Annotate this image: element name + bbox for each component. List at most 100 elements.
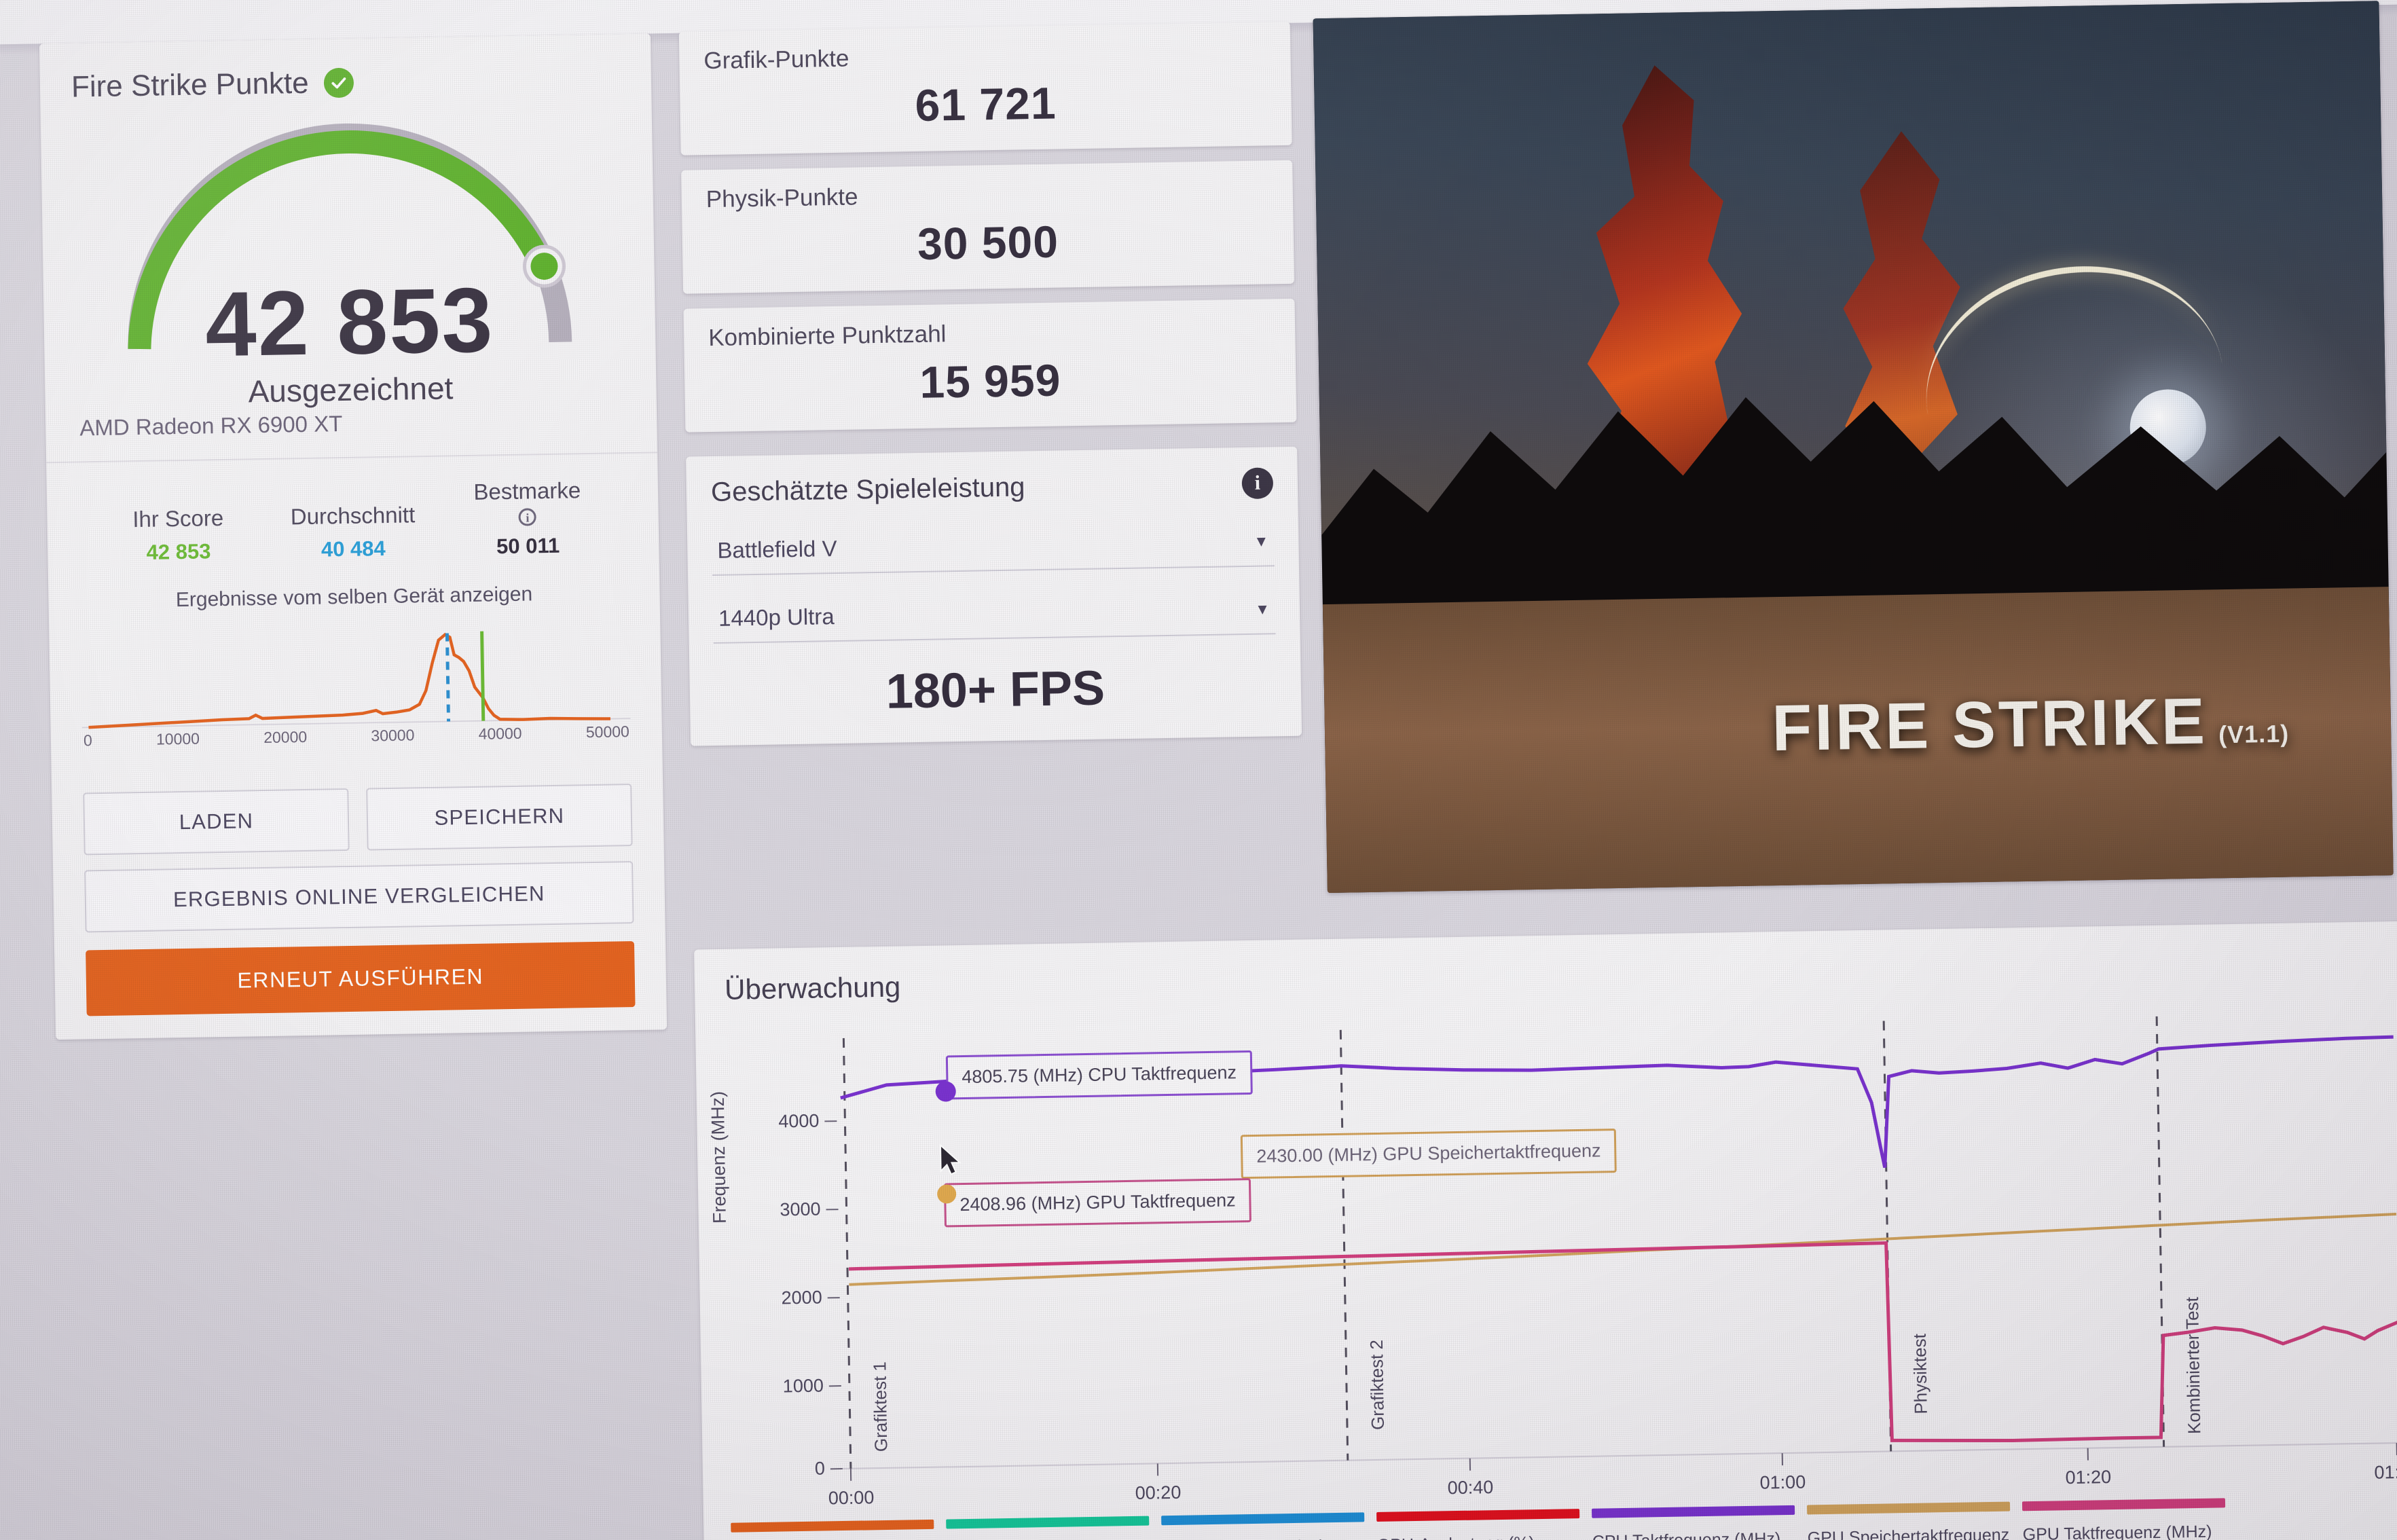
physics-score-label: Physik-Punkte xyxy=(706,183,858,213)
gpu-name: AMD Radeon RX 6900 XT xyxy=(79,411,343,441)
legend-item-gpu-clock: GPU Taktfrequenz (MHz) xyxy=(2021,1497,2238,1540)
hist-tick-40000: 40000 xyxy=(478,724,522,743)
legend-item-cpu-clock: CPU Taktfrequenz (MHz) xyxy=(1592,1505,1808,1540)
x-tick-0040: 00:40 xyxy=(1447,1477,1493,1498)
physics-score-value: 30 500 xyxy=(917,216,1059,269)
graphics-score-value: 61 721 xyxy=(915,77,1057,130)
hist-tick-20000: 20000 xyxy=(263,727,308,747)
your-score-label: Ihr Score xyxy=(132,505,224,532)
y-tick-2000: 2000 xyxy=(781,1287,822,1308)
best-label: Bestmarke xyxy=(473,477,581,505)
game-select-value: Battlefield V xyxy=(717,535,837,563)
benchmark-hero-image: FIRE STRIKE (V1.1) xyxy=(1313,1,2394,894)
tooltip-gpu-memory-clock: 2430.00 (MHz) GPU Speichertaktfrequenz xyxy=(1240,1129,1617,1179)
best-value: 50 011 xyxy=(496,533,560,559)
info-icon[interactable]: i xyxy=(1241,467,1274,500)
legend-item-gpu-load: GPU-Auslastung (%) xyxy=(1376,1508,1592,1540)
preset-select-value: 1440p Ultra xyxy=(718,604,835,631)
preset-select[interactable]: 1440p Ultra ▼ xyxy=(712,587,1276,644)
load-button[interactable]: LADEN xyxy=(83,788,350,856)
hero-title: FIRE STRIKE (V1.1) xyxy=(1772,683,2290,767)
marker-label-grafiktest-1: Grafiktest 1 xyxy=(869,1361,892,1452)
main-content: Fire Strike Punkte 42 853 Ausgezeichnet … xyxy=(0,1,2397,1540)
legend-item-framerate: Framerate (FPS) xyxy=(731,1519,947,1540)
action-buttons: LADEN SPEICHERN xyxy=(83,784,633,856)
x-tick-0020: 00:20 xyxy=(1135,1482,1182,1503)
combined-score-card: Kombinierte Punktzahl 15 959 xyxy=(683,298,1297,433)
average-value: 40 484 xyxy=(321,536,386,562)
marker-grafiktest-1 xyxy=(842,1038,852,1469)
marker-label-kombinierter-test: Kombinierter Test xyxy=(2181,1296,2205,1435)
page-title: Fire Strike Punkte xyxy=(71,66,310,104)
legend-label-gpu-clock: GPU Taktfrequenz (MHz) xyxy=(2022,1522,2212,1540)
average-label: Durchschnitt xyxy=(290,502,416,530)
hero-version: (V1.1) xyxy=(2218,719,2290,749)
marker-label-grafiktest-2: Grafiktest 2 xyxy=(1366,1339,1389,1431)
combined-score-label: Kombinierte Punktzahl xyxy=(708,320,947,352)
legend-label-cpu-temp: CPU-Temperatur (°C) xyxy=(947,1536,1150,1540)
legend-item-cpu-temp: CPU-Temperatur (°C) xyxy=(946,1516,1162,1540)
tooltip-cpu-clock: 4805.75 (MHz) CPU Taktfrequenz xyxy=(945,1050,1253,1100)
score-gauge: 42 853 Ausgezeichnet xyxy=(72,110,625,411)
x-tick-0000: 00:00 xyxy=(828,1487,875,1508)
tooltip-gpu-clock: 2408.96 (MHz) GPU Taktfrequenz xyxy=(943,1178,1252,1228)
legend-label-gpu-temp: GPU-Temperatur (°C) xyxy=(1162,1533,1366,1540)
x-tick-0140: 01:40 xyxy=(2374,1462,2397,1483)
estimated-fps-value: 180+ FPS xyxy=(885,661,1105,719)
x-tick-0120: 01:20 xyxy=(2065,1467,2111,1488)
mouse-cursor xyxy=(939,1143,963,1178)
verified-badge xyxy=(323,67,354,98)
nav-item-home[interactable]: HOME xyxy=(1462,0,1541,1)
score-distribution-chart: 0 10000 20000 30000 40000 50000 xyxy=(80,619,631,757)
sub-scores-panel: Grafik-Punkte 61 721 Physik-Punkte 30 50… xyxy=(678,21,1302,746)
game-performance-title: Geschätzte Spieleleistung xyxy=(710,471,1025,507)
y-tick-1000: 1000 xyxy=(783,1375,824,1396)
legend-label-cpu-clock: CPU Taktfrequenz (MHz) xyxy=(1592,1528,1781,1540)
comparison-best: Bestmarke i 50 011 xyxy=(439,477,615,560)
graphics-score-label: Grafik-Punkte xyxy=(703,45,849,75)
marker-label-physiktest: Physiktest xyxy=(1909,1333,1931,1414)
legend-item-gpu-temp: GPU-Temperatur (°C) xyxy=(1161,1511,1377,1540)
estimated-game-performance-card: Geschätzte Spieleleistung i Battlefield … xyxy=(686,446,1302,746)
check-icon xyxy=(331,77,346,89)
comparison-your-score: Ihr Score 42 853 xyxy=(90,505,266,566)
monitoring-panel: Überwachung Frequenz (MHz) 4000 3000 200… xyxy=(694,919,2397,1540)
marker-grafiktest-2 xyxy=(1339,1029,1349,1461)
combined-score-value: 15 959 xyxy=(919,354,1061,407)
main-score-value: 42 853 xyxy=(204,268,495,376)
physics-score-card: Physik-Punkte 30 500 xyxy=(681,160,1295,294)
chevron-down-icon: ▼ xyxy=(1254,532,1269,550)
graphics-score-card: Grafik-Punkte 61 721 xyxy=(678,21,1292,155)
x-tick-0100: 01:00 xyxy=(1759,1472,1806,1493)
score-panel: Fire Strike Punkte 42 853 Ausgezeichnet … xyxy=(39,33,667,1040)
monitor-screen: HOME BENCHMARKTESTS BELASTUNGSTESTE ERGE… xyxy=(0,0,2397,1540)
y-tick-0: 0 xyxy=(815,1458,826,1478)
your-score-value: 42 853 xyxy=(146,539,211,564)
chevron-down-icon: ▼ xyxy=(1255,600,1270,618)
game-select[interactable]: Battlefield V ▼ xyxy=(711,519,1275,576)
score-comparison: Ihr Score 42 853 Durchschnitt 40 484 Bes… xyxy=(77,454,627,566)
main-score-card: Fire Strike Punkte 42 853 Ausgezeichnet … xyxy=(39,33,667,1040)
compare-online-button[interactable]: ERGEBNIS ONLINE VERGLEICHEN xyxy=(84,861,634,933)
y-tick-3000: 3000 xyxy=(780,1199,821,1220)
game-performance-header: Geschätzte Spieleleistung i xyxy=(711,467,1274,508)
photographed-screen-background: HOME BENCHMARKTESTS BELASTUNGSTESTE ERGE… xyxy=(0,0,2397,1540)
monitoring-chart: Frequenz (MHz) 4000 3000 2000 1000 0 00:… xyxy=(695,991,2397,1540)
hist-tick-30000: 30000 xyxy=(371,726,415,745)
nav-items: HOME BENCHMARKTESTS BELASTUNGSTESTE ERGE… xyxy=(1462,0,2397,1)
distribution-curve xyxy=(81,631,631,729)
comparison-average: Durchschnitt 40 484 xyxy=(266,502,441,563)
score-header: Fire Strike Punkte xyxy=(71,61,621,104)
hist-tick-50000: 50000 xyxy=(585,722,630,741)
hist-tick-0: 0 xyxy=(83,731,92,750)
series-gpu-clock xyxy=(848,1241,2397,1442)
hero-title-text: FIRE STRIKE xyxy=(1771,684,2208,765)
info-icon[interactable]: i xyxy=(518,508,537,526)
same-device-link[interactable]: Ergebnisse vom selben Gerät anzeigen xyxy=(79,581,628,613)
y-tick-4000: 4000 xyxy=(778,1111,820,1132)
hist-tick-10000: 10000 xyxy=(155,729,200,748)
legend-label-gpu-mem-clock: GPU Speichertaktfrequenz (MHz) xyxy=(1807,1525,2010,1540)
run-again-button[interactable]: ERNEUT AUSFÜHREN xyxy=(86,941,636,1016)
save-button[interactable]: SPEICHERN xyxy=(366,784,633,851)
legend-item-gpu-mem-clock: GPU Speichertaktfrequenz (MHz) xyxy=(1806,1501,2024,1540)
